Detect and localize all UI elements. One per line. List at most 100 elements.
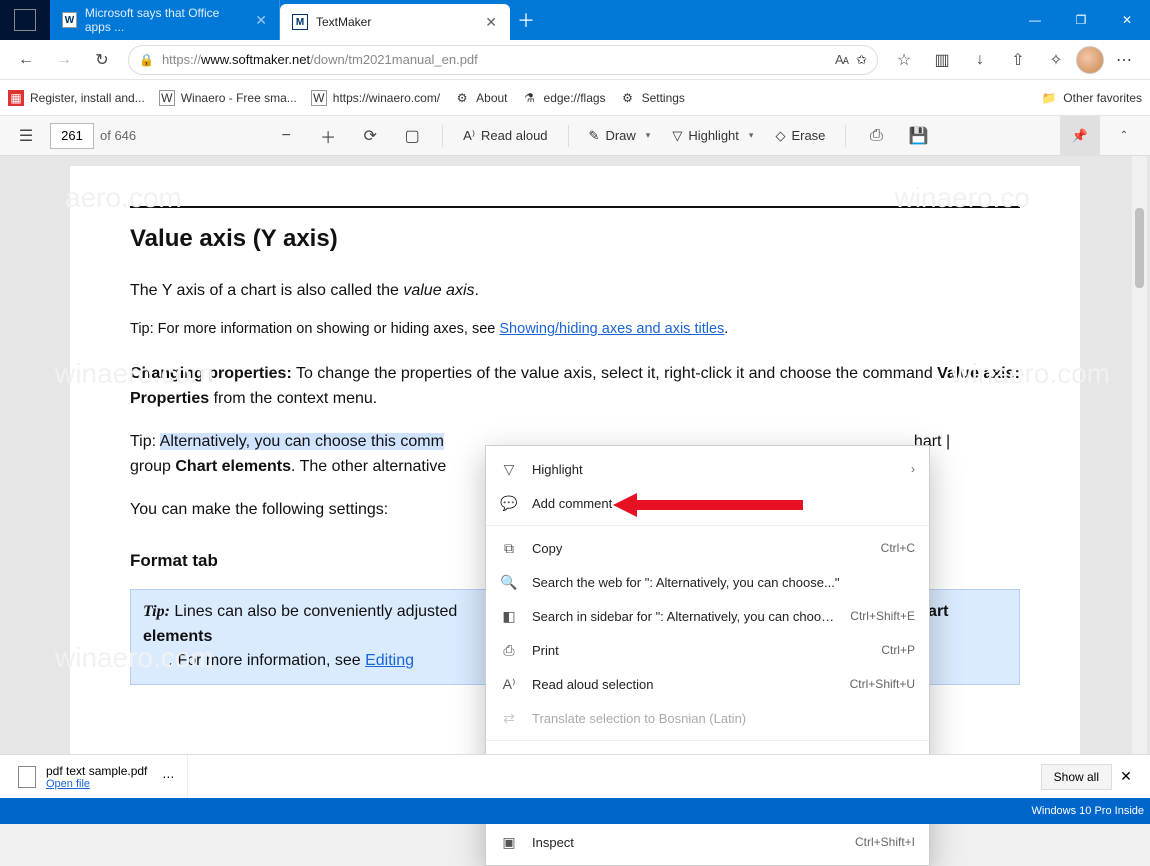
- sidebar-icon: ◧: [500, 608, 518, 625]
- vertical-scrollbar[interactable]: [1132, 156, 1147, 754]
- translate-icon: ⇄: [500, 710, 518, 727]
- other-favorites-folder[interactable]: 📁Other favorites: [1041, 90, 1142, 106]
- menu-copy[interactable]: ⧉CopyCtrl+C: [486, 531, 929, 565]
- menu-translate: ⇄Translate selection to Bosnian (Latin): [486, 701, 929, 735]
- folder-icon: 📁: [1041, 90, 1057, 106]
- doc-heading: Value axis (Y axis): [130, 220, 1020, 257]
- doc-paragraph: Changing properties: To change the prope…: [130, 362, 1020, 412]
- close-downloads-bar[interactable]: ✕: [1112, 768, 1140, 785]
- close-tab-icon[interactable]: ✕: [255, 12, 267, 29]
- favicon-icon: W: [62, 12, 77, 28]
- tab-label: TextMaker: [316, 15, 371, 29]
- maximize-button[interactable]: ❐: [1058, 0, 1104, 40]
- open-file-link[interactable]: Open file: [46, 778, 147, 790]
- window-controls: — ❐ ✕: [1012, 0, 1150, 40]
- titlebar: W Microsoft says that Office apps ... ✕ …: [0, 0, 1150, 40]
- favorites-button[interactable]: ☆: [886, 44, 922, 76]
- pin-toolbar-button[interactable]: 📌: [1060, 116, 1100, 156]
- chevron-up-icon[interactable]: ⌃: [1106, 120, 1142, 152]
- menu-inspect[interactable]: ▣InspectCtrl+Shift+I: [486, 825, 929, 859]
- copy-icon: ⧉: [500, 540, 518, 557]
- chevron-down-icon[interactable]: ▾: [646, 130, 651, 141]
- bookmark-item[interactable]: ⚙About: [454, 90, 507, 106]
- taskbar-pinned-icon[interactable]: [0, 0, 50, 40]
- close-window-button[interactable]: ✕: [1104, 0, 1150, 40]
- url-text: https://www.softmaker.net/down/tm2021man…: [162, 52, 827, 67]
- search-icon: 🔍: [500, 574, 518, 591]
- favicon-icon: ▦: [8, 90, 24, 106]
- erase-button[interactable]: ◇Erase: [767, 120, 833, 152]
- lock-icon: 🔒: [139, 53, 154, 67]
- pen-icon: ✎: [589, 128, 600, 144]
- chevron-down-icon[interactable]: ▾: [749, 130, 754, 141]
- page-number-input[interactable]: [50, 123, 94, 149]
- gear-icon: ⚙: [620, 90, 636, 106]
- download-more-icon[interactable]: ⋯: [157, 770, 179, 784]
- page-total: of 646: [100, 128, 136, 143]
- back-button[interactable]: ←: [8, 44, 44, 76]
- save-button[interactable]: 💾: [900, 120, 936, 152]
- favicon-icon: M: [292, 14, 308, 30]
- scroll-thumb[interactable]: [1135, 208, 1144, 288]
- doc-paragraph: The Y axis of a chart is also called the…: [130, 279, 1020, 304]
- highlighter-icon: ▽: [500, 461, 518, 478]
- rotate-button[interactable]: ⟳: [352, 120, 388, 152]
- windows-edition-label: Windows 10 Pro Inside: [1032, 805, 1145, 817]
- reload-button[interactable]: ↻: [84, 44, 120, 76]
- collections-button[interactable]: ▥: [924, 44, 960, 76]
- bookmark-item[interactable]: ⚙Settings: [620, 90, 685, 106]
- zoom-out-button[interactable]: −: [268, 120, 304, 152]
- menu-read-aloud[interactable]: A⁾Read aloud selectionCtrl+Shift+U: [486, 667, 929, 701]
- forward-button: →: [46, 44, 82, 76]
- text-size-icon[interactable]: Aᴀ: [835, 52, 848, 67]
- downloads-bar: pdf text sample.pdf Open file ⋯ Show all…: [0, 754, 1150, 798]
- download-filename: pdf text sample.pdf: [46, 764, 147, 778]
- windows-taskbar: Windows 10 Pro Inside: [0, 798, 1150, 824]
- comment-icon: 💬: [500, 495, 518, 512]
- contents-button[interactable]: ☰: [8, 120, 44, 152]
- highlight-button[interactable]: ▽Highlight▾: [664, 120, 761, 152]
- favicon-icon: W: [311, 90, 327, 106]
- bookmark-item[interactable]: WWinaero - Free sma...: [159, 90, 297, 106]
- doc-link[interactable]: Showing/hiding axes and axis titles: [499, 321, 724, 337]
- extensions-button[interactable]: ✧: [1038, 44, 1074, 76]
- flask-icon: ⚗: [522, 90, 538, 106]
- download-item[interactable]: pdf text sample.pdf Open file ⋯: [10, 755, 188, 798]
- pdf-toolbar: ☰ of 646 − ＋ ⟳ ▢ A⁾Read aloud ✎Draw▾ ▽Hi…: [0, 116, 1150, 156]
- downloads-button[interactable]: ↓: [962, 44, 998, 76]
- zoom-in-button[interactable]: ＋: [310, 120, 346, 152]
- text-selection: Alternatively, you can choose this comm: [160, 433, 444, 450]
- menu-add-comment[interactable]: 💬Add comment: [486, 486, 929, 520]
- fit-page-button[interactable]: ▢: [394, 120, 430, 152]
- doc-link[interactable]: Editing: [365, 652, 414, 669]
- draw-button[interactable]: ✎Draw▾: [581, 120, 659, 152]
- minimize-button[interactable]: —: [1012, 0, 1058, 40]
- menu-print[interactable]: ⎙PrintCtrl+P: [486, 633, 929, 667]
- favorite-star-icon[interactable]: ✩: [856, 52, 867, 68]
- menu-search-sidebar[interactable]: ◧Search in sidebar for ": Alternatively,…: [486, 599, 929, 633]
- eraser-icon: ◇: [775, 128, 785, 144]
- chevron-right-icon: ›: [911, 462, 915, 476]
- gear-icon: ⚙: [454, 90, 470, 106]
- bookmark-item[interactable]: Whttps://winaero.com/: [311, 90, 440, 106]
- menu-highlight[interactable]: ▽Highlight›: [486, 452, 929, 486]
- print-icon: ⎙: [500, 642, 518, 659]
- share-button[interactable]: ⇧: [1000, 44, 1036, 76]
- print-button[interactable]: ⎙: [858, 120, 894, 152]
- browser-tab-1[interactable]: W Microsoft says that Office apps ... ✕: [50, 0, 280, 40]
- read-aloud-button[interactable]: A⁾Read aloud: [455, 120, 555, 152]
- bookmark-item[interactable]: ▦Register, install and...: [8, 90, 145, 106]
- address-bar: ← → ↻ 🔒 https://www.softmaker.net/down/t…: [0, 40, 1150, 80]
- browser-tab-2-active[interactable]: M TextMaker ✕: [280, 4, 510, 40]
- favicon-icon: W: [159, 90, 175, 106]
- bookmark-item[interactable]: ⚗edge://flags: [522, 90, 606, 106]
- new-tab-button[interactable]: ＋: [510, 7, 542, 33]
- more-menu-button[interactable]: ⋯: [1106, 44, 1142, 76]
- url-field[interactable]: 🔒 https://www.softmaker.net/down/tm2021m…: [128, 45, 878, 75]
- tab-label: Microsoft says that Office apps ...: [85, 6, 247, 34]
- profile-avatar[interactable]: [1076, 46, 1104, 74]
- file-icon: [18, 766, 36, 788]
- show-all-downloads-button[interactable]: Show all: [1041, 764, 1112, 790]
- close-tab-icon[interactable]: ✕: [485, 14, 497, 31]
- menu-search-web[interactable]: 🔍Search the web for ": Alternatively, yo…: [486, 565, 929, 599]
